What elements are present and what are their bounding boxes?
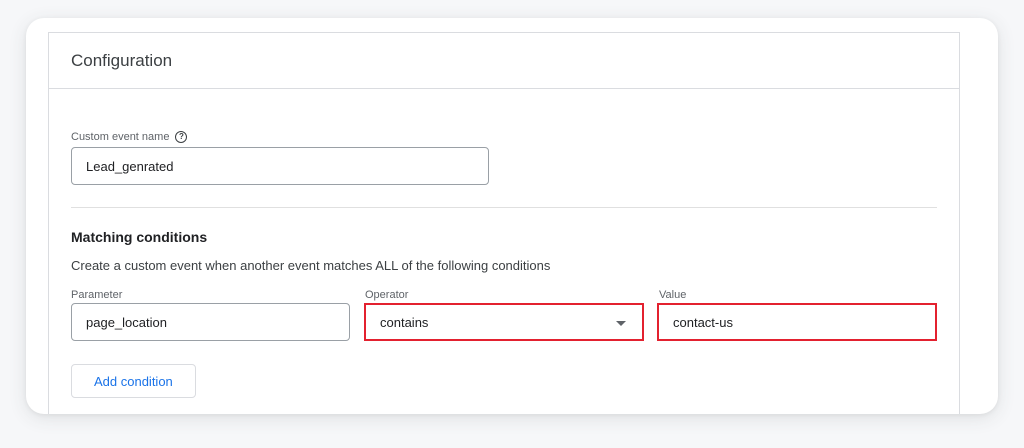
matching-conditions-description: Create a custom event when another event…: [71, 258, 551, 273]
operator-label: Operator: [365, 289, 408, 301]
value-label-text: Value: [659, 289, 687, 301]
operator-select[interactable]: contains: [364, 303, 644, 341]
operator-value: contains: [380, 314, 429, 330]
configuration-panel: Configuration Custom event name ? Lead_g…: [48, 32, 960, 414]
value-input[interactable]: contact-us: [657, 303, 937, 341]
screenshot-card: Configuration Custom event name ? Lead_g…: [26, 18, 998, 414]
parameter-value: page_location: [86, 314, 167, 330]
custom-event-name-value: Lead_genrated: [86, 158, 174, 174]
value-value: contact-us: [673, 314, 733, 330]
section-divider: [71, 207, 937, 208]
custom-event-name-label: Custom event name ?: [71, 131, 188, 143]
custom-event-name-input[interactable]: Lead_genrated: [71, 147, 489, 185]
panel-header: Configuration: [49, 33, 959, 89]
parameter-input[interactable]: page_location: [71, 303, 350, 341]
panel-title: Configuration: [71, 50, 173, 70]
dropdown-arrow-icon: [616, 321, 626, 326]
help-circle-icon[interactable]: ?: [175, 131, 188, 143]
matching-conditions-title: Matching conditions: [71, 229, 208, 245]
parameter-label: Parameter: [71, 289, 122, 301]
add-condition-button[interactable]: Add condition: [71, 364, 196, 398]
custom-event-name-label-text: Custom event name: [71, 131, 170, 143]
parameter-label-text: Parameter: [71, 289, 123, 301]
operator-label-text: Operator: [365, 289, 409, 301]
value-label: Value: [659, 289, 686, 301]
